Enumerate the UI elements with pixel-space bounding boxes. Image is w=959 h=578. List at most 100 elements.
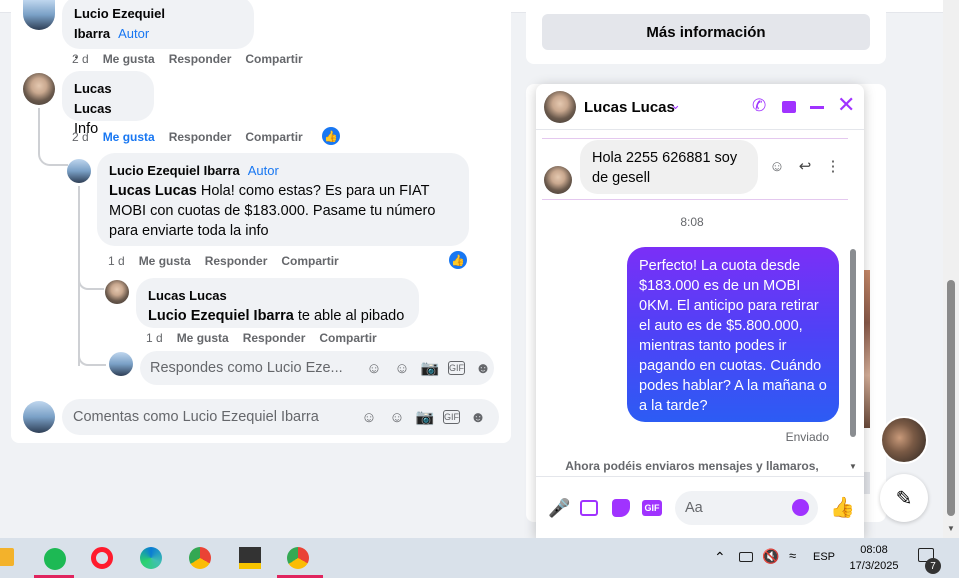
message-placeholder: Aa (685, 500, 703, 516)
taskbar-clock[interactable]: 08:08 17/3/2025 (845, 542, 903, 574)
clock-date: 17/3/2025 (849, 560, 899, 572)
comment-text: te able al pibado (297, 308, 405, 324)
composer-divider (536, 476, 864, 477)
highlight-line (542, 199, 848, 200)
edge-icon[interactable] (140, 547, 162, 569)
scroll-down-icon[interactable]: ▼ (849, 462, 857, 471)
spotify-icon[interactable] (44, 548, 66, 570)
video-icon[interactable] (782, 101, 796, 113)
comment-time[interactable]: 2 d (72, 52, 89, 66)
mention[interactable]: Lucas Lucas (109, 183, 197, 199)
comment-author[interactable]: Lucas Lucas (74, 79, 142, 119)
scroll-down-icon[interactable]: ▼ (947, 524, 955, 533)
like-button[interactable]: Me gusta (177, 331, 229, 345)
language-indicator[interactable]: ESP (813, 551, 835, 563)
chat-contact-name[interactable]: Lucas Lucas (584, 99, 675, 116)
chat-avatar[interactable] (544, 91, 576, 123)
emoji-icon[interactable]: ☺ (392, 358, 412, 378)
reply-button[interactable]: Responder (169, 52, 232, 66)
share-button[interactable]: Compartir (245, 52, 302, 66)
emoji-react-icon[interactable]: ☺ (767, 156, 787, 176)
emoji-icon[interactable] (792, 499, 809, 516)
camera-icon[interactable]: 📷 (415, 407, 435, 427)
avatar[interactable] (105, 280, 129, 304)
incoming-message: Hola 2255 626881 soy de gesell (580, 140, 758, 194)
thread-line (38, 108, 68, 166)
more-info-button[interactable]: Más información (542, 14, 870, 50)
minimize-icon[interactable] (810, 106, 824, 109)
comment-bubble: Lucio Ezequiel Ibarra Autor Lucas Lucas H… (97, 153, 469, 246)
like-reaction-icon[interactable]: 👍 (322, 127, 340, 145)
phone-icon[interactable]: ✆ (752, 96, 766, 116)
compose-icon: ✎ (895, 487, 913, 510)
microphone-icon[interactable]: 🎤 (548, 498, 570, 519)
gif-icon[interactable]: GIF (448, 361, 465, 375)
comment-author[interactable]: Lucas Lucas (148, 286, 407, 306)
avatar (109, 352, 133, 376)
reply-button[interactable]: Responder (169, 130, 232, 144)
comment-actions: 1 d Me gusta Responder Compartir (146, 331, 391, 345)
comment-bubble: Lucas Lucas Info (62, 71, 154, 137)
notes-icon[interactable] (239, 547, 261, 569)
reply-button[interactable]: Responder (243, 331, 306, 345)
comment-time[interactable]: 2 d (72, 130, 89, 144)
message-status: Enviado (785, 430, 829, 444)
share-button[interactable]: Compartir (245, 130, 302, 144)
comment-placeholder: Comentas como Lucio Ezequiel Ibarra (73, 409, 319, 425)
comment-time[interactable]: 1 d (108, 254, 125, 268)
like-button[interactable]: Me gusta (139, 254, 191, 268)
thumbs-up-icon[interactable]: 👍 (830, 495, 855, 520)
thread-line (78, 350, 106, 366)
like-reaction-icon[interactable]: 👍 (449, 251, 467, 269)
message-time: 8:08 (680, 215, 704, 229)
chevron-up-icon[interactable]: ⌃ (714, 549, 726, 566)
chrome-profile-icon[interactable] (287, 547, 309, 569)
volume-muted-icon[interactable]: 🔇 (762, 548, 779, 565)
avatar[interactable] (544, 166, 572, 194)
camera-icon[interactable]: 📷 (420, 358, 440, 378)
chat-window: Lucas Lucas ⌄ ✆ ✕ Hola 2255 626881 soy d… (536, 84, 864, 538)
avatar-sticker-icon[interactable]: ☺ (364, 358, 384, 378)
reply-input[interactable]: Respondes como Lucio Eze... ☺ ☺ 📷 GIF ☻ (140, 351, 494, 385)
comment-actions: 2 d Me gusta Responder Compartir (72, 52, 317, 66)
notification-count[interactable]: 7 (925, 558, 941, 574)
chat-head-avatar[interactable] (880, 416, 928, 464)
comment-input[interactable]: Comentas como Lucio Ezequiel Ibarra ☺ ☺ … (62, 399, 499, 435)
close-icon[interactable]: ✕ (837, 94, 855, 116)
mention[interactable]: Lucio Ezequiel Ibarra (148, 308, 294, 324)
chevron-down-icon[interactable]: ⌄ (670, 97, 681, 113)
avatar[interactable] (23, 73, 55, 105)
emoji-icon[interactable]: ☺ (387, 407, 407, 427)
chat-notice: Ahora podéis enviaros mensajes y llamaro… (565, 459, 819, 473)
opera-icon[interactable] (91, 547, 113, 569)
avatar[interactable] (67, 159, 91, 183)
thread-line (78, 270, 104, 290)
reply-button[interactable]: Responder (205, 254, 268, 268)
more-icon[interactable]: ⋮ (823, 156, 843, 176)
comment-actions: 1 d Me gusta Responder Compartir (108, 254, 353, 268)
comment-author[interactable]: Lucio Ezequiel Ibarra (109, 163, 240, 178)
sticker-icon[interactable]: ☻ (468, 407, 488, 427)
share-button[interactable]: Compartir (281, 254, 338, 268)
share-button[interactable]: Compartir (319, 331, 376, 345)
photo-icon[interactable] (580, 500, 598, 516)
avatar-sticker-icon[interactable]: ☺ (359, 407, 379, 427)
comment-time[interactable]: 1 d (146, 331, 163, 345)
like-button[interactable]: Me gusta (103, 52, 155, 66)
gif-icon[interactable]: GIF (642, 500, 662, 516)
like-button[interactable]: Me gusta (103, 130, 155, 144)
chrome-icon[interactable] (189, 547, 211, 569)
chat-scrollbar-thumb[interactable] (850, 249, 856, 437)
new-message-button[interactable]: ✎ (880, 474, 928, 522)
battery-icon[interactable] (739, 552, 753, 562)
file-explorer-icon[interactable] (0, 548, 14, 566)
comment-bubble: Lucas Lucas Lucio Ezequiel Ibarra te abl… (136, 278, 419, 328)
wifi-icon[interactable]: ≈ (789, 548, 796, 563)
author-badge: Autor (247, 163, 279, 178)
page-scrollbar-thumb[interactable] (947, 280, 955, 516)
reply-icon[interactable]: ↩ (795, 156, 815, 176)
sticker-icon[interactable] (612, 499, 630, 517)
gif-icon[interactable]: GIF (443, 410, 460, 424)
sticker-icon[interactable]: ☻ (473, 358, 493, 378)
author-badge: Autor (118, 26, 150, 41)
